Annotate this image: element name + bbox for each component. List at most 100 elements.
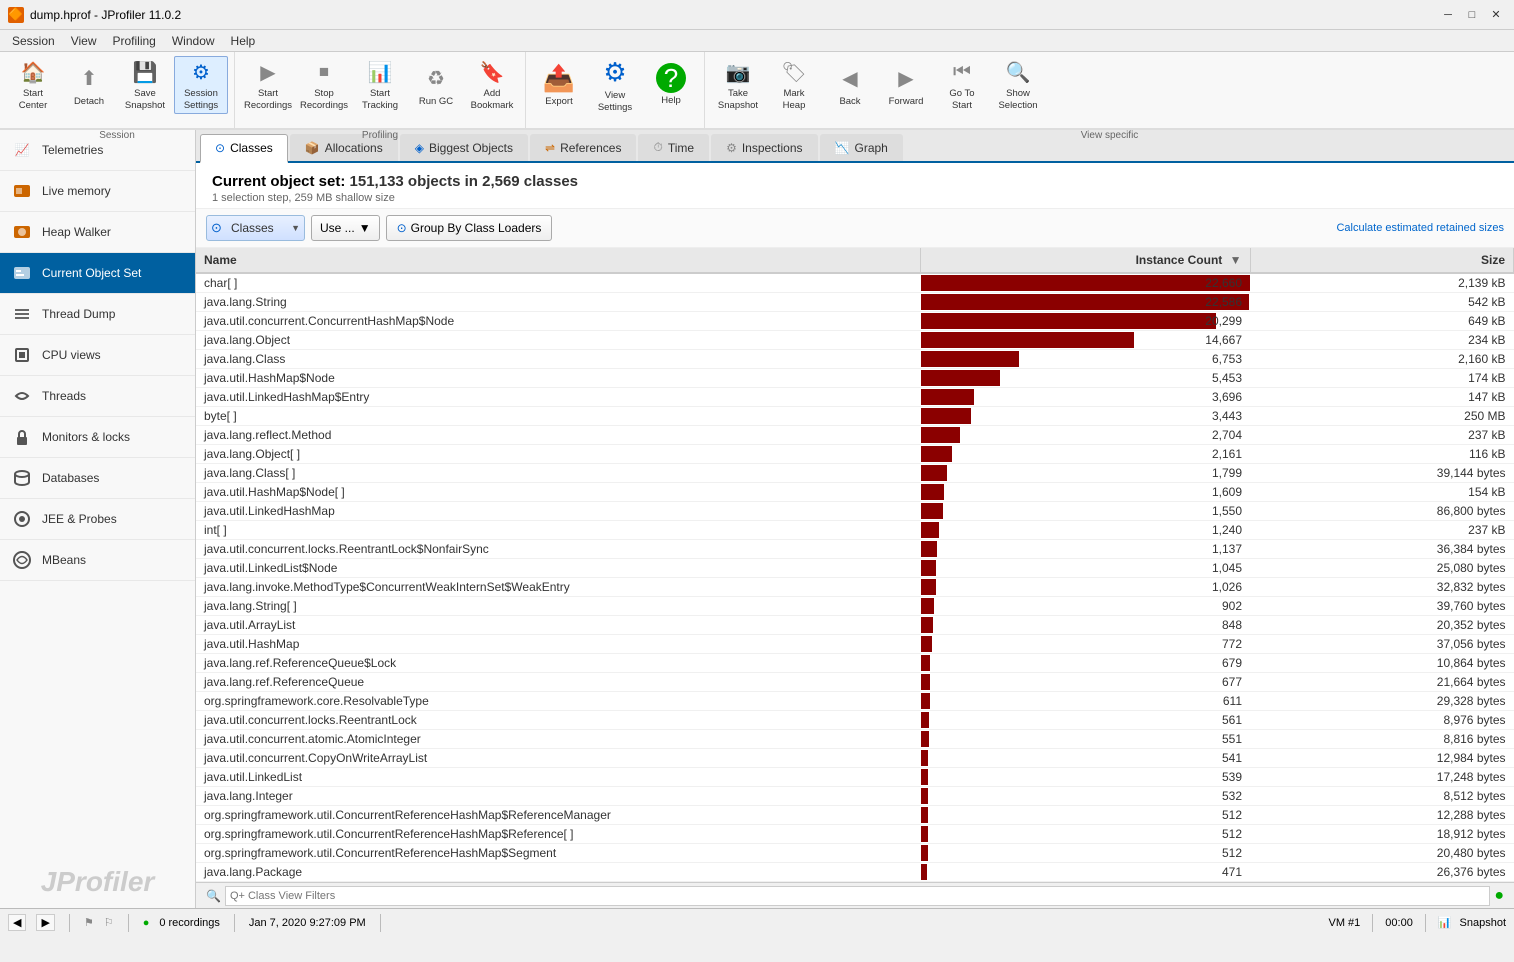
- menu-session[interactable]: Session: [4, 32, 63, 50]
- size-cell: 237 kB: [1250, 521, 1514, 540]
- back-button[interactable]: ◀ Back: [823, 56, 877, 114]
- use-button[interactable]: Use ... ▼: [311, 215, 380, 241]
- table-row[interactable]: org.springframework.util.ConcurrentRefer…: [196, 806, 1514, 825]
- save-snapshot-button[interactable]: 💾 SaveSnapshot: [118, 56, 172, 114]
- table-row[interactable]: java.util.ArrayList84820,352 bytes: [196, 616, 1514, 635]
- sidebar-item-live-memory[interactable]: Live memory: [0, 171, 195, 212]
- class-name-cell: java.util.LinkedHashMap: [196, 502, 921, 521]
- status-filter: 🔍: [206, 886, 1490, 906]
- table-row[interactable]: java.util.concurrent.locks.ReentrantLock…: [196, 540, 1514, 559]
- maximize-button[interactable]: □: [1462, 5, 1482, 25]
- table-wrap[interactable]: Name Instance Count ▼ Size char[ ]22,660…: [196, 248, 1514, 882]
- run-gc-button[interactable]: ♻ Run GC: [409, 56, 463, 114]
- table-row[interactable]: java.util.HashMap77237,056 bytes: [196, 635, 1514, 654]
- table-row[interactable]: java.lang.String22,586542 kB: [196, 293, 1514, 312]
- sidebar-item-cpu-views[interactable]: CPU views: [0, 335, 195, 376]
- table-row[interactable]: java.util.LinkedHashMap$Entry3,696147 kB: [196, 388, 1514, 407]
- class-filter-input[interactable]: [225, 886, 1490, 906]
- view-settings-button[interactable]: ⚙ ViewSettings: [588, 56, 642, 114]
- object-set-header: Current object set: 151,133 objects in 2…: [196, 163, 1514, 209]
- table-row[interactable]: java.util.HashMap$Node5,453174 kB: [196, 369, 1514, 388]
- mark-heap-button[interactable]: 🏷 MarkHeap: [767, 56, 821, 114]
- class-name-cell: java.util.concurrent.CopyOnWriteArrayLis…: [196, 749, 921, 768]
- instance-count-cell: 611: [921, 692, 1250, 711]
- start-recordings-button[interactable]: ▶ StartRecordings: [241, 56, 295, 114]
- table-row[interactable]: java.lang.String[ ]90239,760 bytes: [196, 597, 1514, 616]
- sidebar-item-databases[interactable]: Databases: [0, 458, 195, 499]
- menu-profiling[interactable]: Profiling: [105, 32, 164, 50]
- class-name-cell: java.lang.ref.ReferenceQueue: [196, 673, 921, 692]
- menu-help[interactable]: Help: [223, 32, 264, 50]
- table-row[interactable]: java.util.concurrent.atomic.AtomicIntege…: [196, 730, 1514, 749]
- instance-count-cell: 539: [921, 768, 1250, 787]
- table-row[interactable]: java.util.LinkedList$Node1,04525,080 byt…: [196, 559, 1514, 578]
- table-row[interactable]: org.springframework.core.ResolvableType6…: [196, 692, 1514, 711]
- name-column-header[interactable]: Name: [196, 248, 921, 273]
- table-row[interactable]: java.lang.Integer5328,512 bytes: [196, 787, 1514, 806]
- size-column-header[interactable]: Size: [1250, 248, 1514, 273]
- table-row[interactable]: int[ ]1,240237 kB: [196, 521, 1514, 540]
- table-row[interactable]: java.lang.Class[ ]1,79939,144 bytes: [196, 464, 1514, 483]
- minimize-button[interactable]: ─: [1438, 5, 1458, 25]
- instance-count-cell: 471: [921, 863, 1250, 882]
- take-snapshot-button[interactable]: 📷 TakeSnapshot: [711, 56, 765, 114]
- detach-button[interactable]: ⬆ Detach: [62, 56, 116, 114]
- vm-label: VM #1: [1328, 917, 1360, 929]
- nav-back-button[interactable]: ◀: [8, 914, 26, 931]
- table-row[interactable]: java.util.LinkedList53917,248 bytes: [196, 768, 1514, 787]
- classes-dropdown[interactable]: Classes Packages: [206, 215, 305, 241]
- table-row[interactable]: java.lang.ref.ReferenceQueue$Lock67910,8…: [196, 654, 1514, 673]
- show-selection-button[interactable]: 🔍 ShowSelection: [991, 56, 1045, 114]
- table-row[interactable]: java.util.concurrent.CopyOnWriteArrayLis…: [196, 749, 1514, 768]
- class-name-cell: java.lang.invoke.MethodType$ConcurrentWe…: [196, 578, 921, 597]
- table-row[interactable]: char[ ]22,6602,139 kB: [196, 273, 1514, 293]
- session-settings-button[interactable]: ⚙ SessionSettings: [174, 56, 228, 114]
- size-cell: 36,384 bytes: [1250, 540, 1514, 559]
- sidebar-item-current-object-set[interactable]: Current Object Set: [0, 253, 195, 294]
- forward-button[interactable]: ▶ Forward: [879, 56, 933, 114]
- recordings-label: 0 recordings: [159, 917, 220, 929]
- add-bookmark-button[interactable]: 🔖 AddBookmark: [465, 56, 519, 114]
- instance-count-cell: 5,453: [921, 369, 1250, 388]
- group-by-class-loaders-button[interactable]: ⊙ Group By Class Loaders: [386, 215, 553, 241]
- table-row[interactable]: org.springframework.util.ConcurrentRefer…: [196, 844, 1514, 863]
- start-center-button[interactable]: 🏠 StartCenter: [6, 56, 60, 114]
- table-row[interactable]: java.util.concurrent.ConcurrentHashMap$N…: [196, 312, 1514, 331]
- class-name-cell: java.util.HashMap$Node[ ]: [196, 483, 921, 502]
- table-row[interactable]: org.springframework.util.ConcurrentRefer…: [196, 825, 1514, 844]
- table-row[interactable]: java.util.HashMap$Node[ ]1,609154 kB: [196, 483, 1514, 502]
- table-row[interactable]: byte[ ]3,443250 MB: [196, 407, 1514, 426]
- instance-count-column-header[interactable]: Instance Count ▼: [921, 248, 1250, 273]
- size-cell: 154 kB: [1250, 483, 1514, 502]
- table-row[interactable]: java.lang.Package47126,376 bytes: [196, 863, 1514, 882]
- sidebar-item-monitors-locks[interactable]: Monitors & locks: [0, 417, 195, 458]
- start-tracking-button[interactable]: 📊 StartTracking: [353, 56, 407, 114]
- class-name-cell: byte[ ]: [196, 407, 921, 426]
- nav-forward-button[interactable]: ▶: [36, 914, 54, 931]
- sidebar-item-threads[interactable]: Threads: [0, 376, 195, 417]
- close-button[interactable]: ✕: [1486, 5, 1506, 25]
- table-row[interactable]: java.util.LinkedHashMap1,55086,800 bytes: [196, 502, 1514, 521]
- sidebar-item-heap-walker[interactable]: Heap Walker: [0, 212, 195, 253]
- table-row[interactable]: java.lang.reflect.Method2,704237 kB: [196, 426, 1514, 445]
- sidebar-item-thread-dump[interactable]: Thread Dump: [0, 294, 195, 335]
- table-row[interactable]: java.lang.ref.ReferenceQueue67721,664 by…: [196, 673, 1514, 692]
- instance-count-cell: 512: [921, 825, 1250, 844]
- size-cell: 25,080 bytes: [1250, 559, 1514, 578]
- export-button[interactable]: 📤 Export: [532, 56, 586, 114]
- help-button[interactable]: ? Help: [644, 56, 698, 114]
- table-row[interactable]: java.lang.invoke.MethodType$ConcurrentWe…: [196, 578, 1514, 597]
- table-row[interactable]: java.lang.Object[ ]2,161116 kB: [196, 445, 1514, 464]
- sidebar-item-mbeans[interactable]: MBeans: [0, 540, 195, 581]
- size-cell: 237 kB: [1250, 426, 1514, 445]
- stop-recordings-button[interactable]: ⏹ StopRecordings: [297, 56, 351, 114]
- menu-view[interactable]: View: [63, 32, 105, 50]
- table-row[interactable]: java.lang.Object14,667234 kB: [196, 331, 1514, 350]
- calculate-retained-sizes-link[interactable]: Calculate estimated retained sizes: [1336, 222, 1504, 234]
- sidebar-item-jee-probes[interactable]: JEE & Probes: [0, 499, 195, 540]
- size-cell: 29,328 bytes: [1250, 692, 1514, 711]
- menu-window[interactable]: Window: [164, 32, 223, 50]
- table-row[interactable]: java.lang.Class6,7532,160 kB: [196, 350, 1514, 369]
- table-row[interactable]: java.util.concurrent.locks.ReentrantLock…: [196, 711, 1514, 730]
- go-to-start-button[interactable]: ⏮ Go ToStart: [935, 56, 989, 114]
